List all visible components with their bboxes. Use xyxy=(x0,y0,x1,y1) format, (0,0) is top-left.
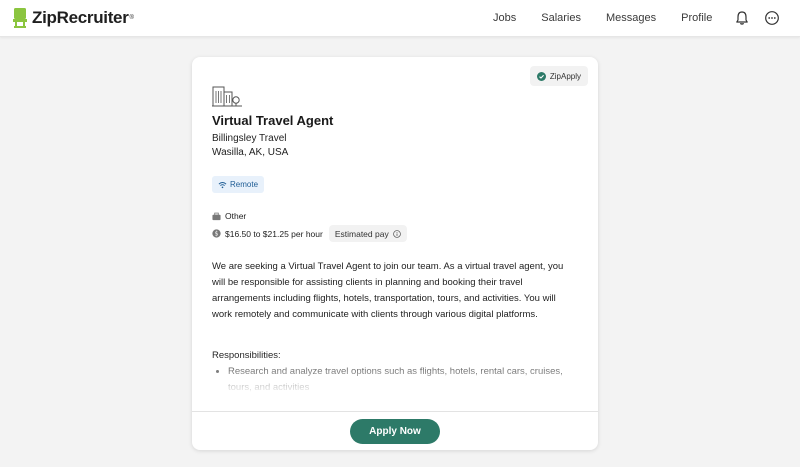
pay-row: $ $16.50 to $21.25 per hour Estimated pa… xyxy=(212,225,407,242)
nav-profile[interactable]: Profile xyxy=(681,12,712,24)
wifi-icon xyxy=(218,181,227,188)
svg-text:$: $ xyxy=(215,232,219,238)
bell-icon[interactable] xyxy=(734,10,750,26)
estimated-pay-button[interactable]: Estimated pay xyxy=(328,225,407,242)
info-icon xyxy=(392,229,401,238)
responsibilities-heading: Responsibilities: xyxy=(212,350,281,361)
remote-badge: Remote xyxy=(212,176,265,193)
ziprecruiter-chair-icon xyxy=(13,8,27,28)
nav-messages[interactable]: Messages xyxy=(606,12,656,24)
estimated-pay-label: Estimated pay xyxy=(334,228,389,239)
more-options-icon[interactable] xyxy=(764,10,780,26)
nav-salaries[interactable]: Salaries xyxy=(541,12,581,24)
job-title: Virtual Travel Agent xyxy=(212,113,334,128)
check-circle-icon xyxy=(536,71,546,81)
brand-trademark: ® xyxy=(129,15,134,21)
remote-badge-label: Remote xyxy=(230,180,259,189)
footer-divider xyxy=(192,411,598,412)
company-name[interactable]: Billingsley Travel xyxy=(212,133,286,144)
main-nav: Jobs Salaries Messages Profile xyxy=(493,0,780,36)
job-category: Other xyxy=(225,211,247,221)
zipapply-badge: ZipApply xyxy=(529,66,588,86)
nav-jobs[interactable]: Jobs xyxy=(493,12,516,24)
job-details-card: ZipApply Virtual Travel Agent Billingsle… xyxy=(192,57,598,450)
briefcase-icon xyxy=(212,212,221,220)
zipapply-label: ZipApply xyxy=(549,71,581,81)
company-building-icon xyxy=(212,86,242,107)
job-location: Wasilla, AK, USA xyxy=(212,147,289,158)
dollar-circle-icon: $ xyxy=(212,229,221,238)
brand-name: ZipRecruiter xyxy=(32,8,129,27)
responsibilities-list: Research and analyze travel options such… xyxy=(212,364,578,396)
ziprecruiter-logo[interactable]: ZipRecruiter ® xyxy=(12,7,134,29)
apply-now-button[interactable]: Apply Now xyxy=(350,419,440,444)
job-description: We are seeking a Virtual Travel Agent to… xyxy=(212,261,564,320)
job-category-row: Other xyxy=(212,211,246,221)
top-navigation-bar: ZipRecruiter ® Jobs Salaries Messages Pro… xyxy=(0,0,800,37)
pay-range: $16.50 to $21.25 per hour xyxy=(225,228,323,239)
list-item: Research and analyze travel options such… xyxy=(228,364,578,396)
